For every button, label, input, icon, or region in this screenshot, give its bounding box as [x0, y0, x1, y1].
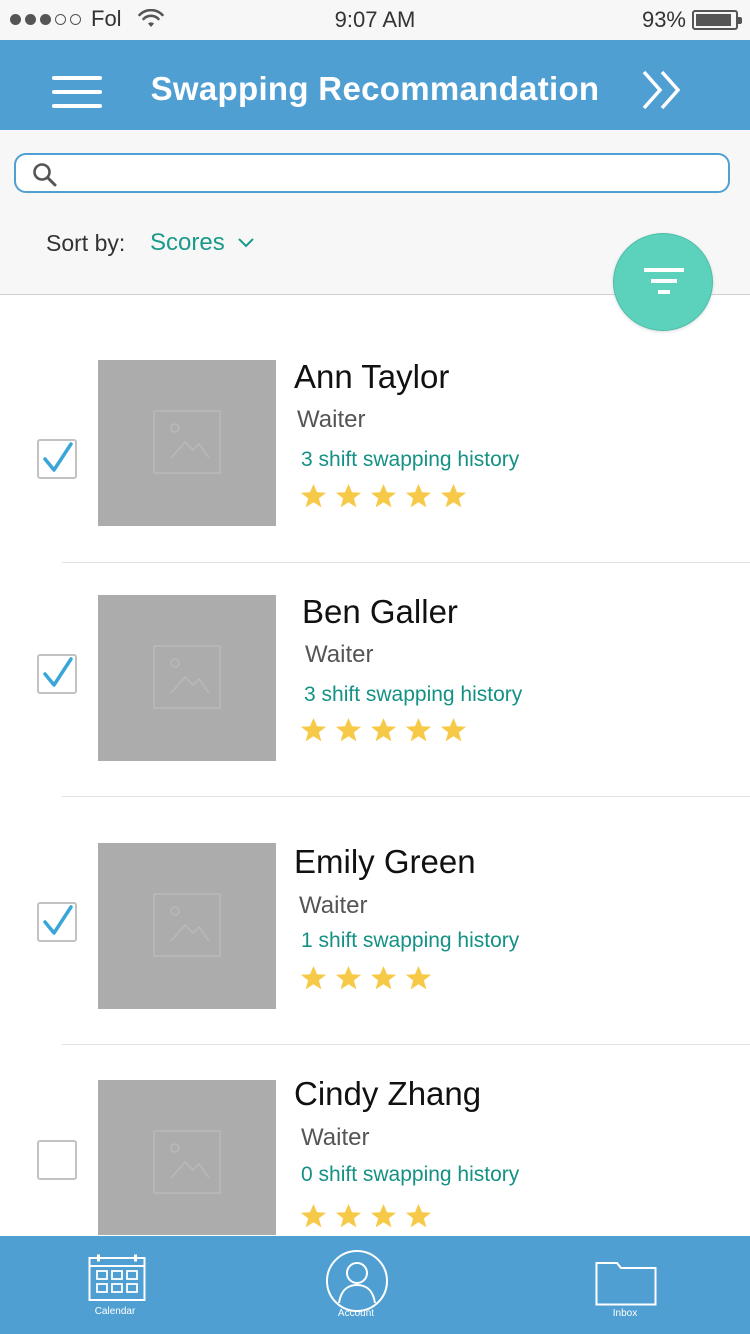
- avatar: [98, 843, 276, 1009]
- avatar: [98, 360, 276, 526]
- star-icon: [300, 717, 327, 743]
- star-icon: [335, 965, 362, 991]
- star-icon: [335, 483, 362, 509]
- swap-history-link[interactable]: 0 shift swapping history: [301, 1163, 519, 1187]
- avatar: [98, 595, 276, 761]
- image-placeholder-icon: [153, 1130, 221, 1194]
- swap-history-link[interactable]: 1 shift swapping history: [301, 929, 519, 953]
- image-placeholder-icon: [153, 410, 221, 474]
- row-divider: [62, 796, 750, 797]
- employee-list: Ann Taylor Waiter 3 shift swapping history…: [0, 295, 750, 1235]
- sort-selected-value: Scores: [150, 229, 225, 256]
- star-icon: [370, 1203, 397, 1229]
- tab-account[interactable]: Account: [316, 1236, 396, 1334]
- swap-history-link[interactable]: 3 shift swapping history: [304, 683, 522, 707]
- checkmark-icon: [43, 657, 73, 687]
- sort-label: Sort by:: [46, 230, 126, 256]
- tab-bar: Calendar Account Inbox: [0, 1236, 750, 1334]
- battery-indicator: 93%: [641, 7, 742, 33]
- image-placeholder-icon: [153, 893, 221, 957]
- star-rating: [300, 965, 432, 991]
- select-checkbox[interactable]: [37, 1140, 77, 1180]
- status-time: 9:07 AM: [334, 7, 416, 32]
- star-icon: [300, 483, 327, 509]
- tab-calendar[interactable]: Calendar: [75, 1236, 155, 1334]
- star-icon: [335, 1203, 362, 1229]
- battery-fill: [696, 14, 732, 26]
- select-checkbox[interactable]: [37, 439, 77, 479]
- employee-name[interactable]: Ben Galler: [302, 593, 458, 631]
- employee-role: Waiter: [305, 641, 374, 668]
- account-icon: [326, 1250, 388, 1312]
- star-icon: [405, 1203, 432, 1229]
- employee-role: Waiter: [299, 892, 368, 919]
- star-icon: [300, 965, 327, 991]
- star-icon: [405, 965, 432, 991]
- row-divider: [62, 562, 750, 563]
- star-rating: [300, 483, 467, 509]
- employee-name[interactable]: Emily Green: [294, 843, 476, 881]
- double-chevron-right-icon[interactable]: [640, 68, 686, 112]
- checkmark-icon: [43, 905, 73, 935]
- image-placeholder-icon: [153, 645, 221, 709]
- filter-button[interactable]: [613, 233, 713, 331]
- tab-label-account: Account: [337, 1308, 375, 1319]
- star-rating: [300, 1203, 432, 1229]
- search-input[interactable]: [66, 159, 716, 187]
- status-bar: Fol 9:07 AM 93%: [0, 0, 750, 40]
- star-icon: [370, 483, 397, 509]
- star-rating: [300, 717, 467, 743]
- battery-icon: [692, 10, 742, 30]
- swap-history-link[interactable]: 3 shift swapping history: [301, 448, 519, 472]
- select-checkbox[interactable]: [37, 902, 77, 942]
- filter-icon: [644, 268, 684, 294]
- calendar-icon: [88, 1254, 146, 1301]
- page-title: Swapping Recommandation: [150, 70, 600, 107]
- employee-role: Waiter: [297, 406, 366, 433]
- employee-role: Waiter: [301, 1124, 370, 1151]
- employee-name[interactable]: Ann Taylor: [294, 358, 449, 396]
- tab-inbox[interactable]: Inbox: [585, 1236, 665, 1334]
- tab-label-inbox: Inbox: [612, 1308, 638, 1319]
- row-divider: [62, 1044, 750, 1045]
- chevron-down-icon: [237, 238, 254, 248]
- employee-name[interactable]: Cindy Zhang: [294, 1075, 481, 1113]
- folder-icon: [595, 1262, 657, 1306]
- battery-percentage: 93%: [641, 7, 686, 32]
- star-icon: [440, 483, 467, 509]
- search-bar[interactable]: [14, 153, 730, 193]
- star-icon: [440, 717, 467, 743]
- search-icon: [33, 163, 57, 187]
- checkmark-icon: [43, 442, 73, 472]
- star-icon: [405, 717, 432, 743]
- select-checkbox[interactable]: [37, 654, 77, 694]
- star-icon: [300, 1203, 327, 1229]
- star-icon: [370, 717, 397, 743]
- sort-dropdown[interactable]: Scores: [150, 229, 255, 257]
- star-icon: [335, 717, 362, 743]
- app-header: Swapping Recommandation: [0, 40, 750, 130]
- tab-label-calendar: Calendar: [94, 1306, 136, 1317]
- star-icon: [405, 483, 432, 509]
- star-icon: [370, 965, 397, 991]
- avatar: [98, 1080, 276, 1235]
